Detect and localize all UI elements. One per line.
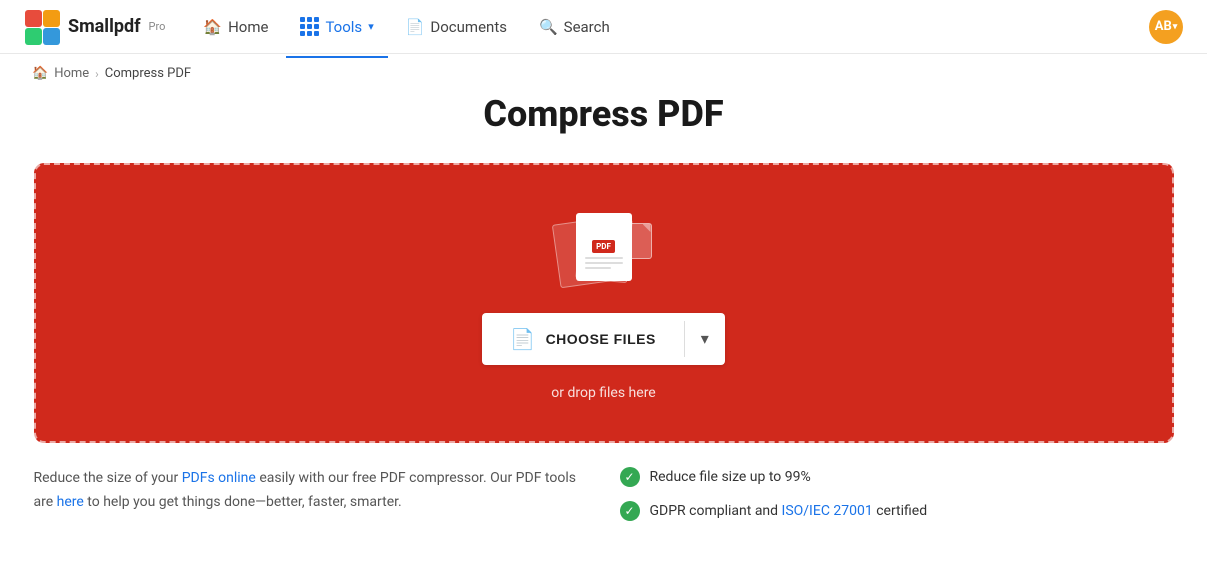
logo-text: Smallpdf	[68, 16, 141, 37]
choose-files-button-group: 📄 CHOOSE FILES ▾	[482, 313, 725, 365]
search-icon: 🔍	[539, 18, 558, 36]
drop-zone[interactable]: PDF 📄 CHOOSE FILES ▾ or dr	[34, 163, 1174, 443]
pdf-line-2	[585, 262, 623, 264]
navbar: Smallpdf Pro 🏠 Home Tools ▾ 📄 Documents …	[0, 0, 1207, 54]
pdf-line-3	[585, 267, 612, 269]
nav-home[interactable]: 🏠 Home	[189, 12, 282, 42]
pdf-illustration: PDF	[556, 213, 652, 293]
page-title: Compress PDF	[32, 93, 1175, 135]
nav-search[interactable]: 🔍 Search	[525, 12, 624, 42]
logo[interactable]: Smallpdf Pro	[24, 9, 165, 45]
breadcrumb-home-link[interactable]: Home	[54, 66, 89, 81]
documents-icon: 📄	[406, 18, 425, 36]
chevron-down-icon: ▾	[701, 329, 709, 349]
grid-icon	[300, 17, 319, 36]
breadcrumb-separator: ›	[95, 67, 99, 81]
feature-label-1: Reduce file size up to 99%	[650, 469, 811, 485]
choose-files-button[interactable]: 📄 CHOOSE FILES	[482, 313, 684, 365]
pdf-small-fold	[643, 224, 651, 232]
pdfs-online-link[interactable]: PDFs online	[182, 470, 256, 486]
breadcrumb-home-icon: 🏠	[32, 66, 48, 81]
logo-pro: Pro	[149, 20, 166, 33]
home-icon: 🏠	[203, 18, 222, 36]
pdf-small-page	[624, 223, 652, 259]
breadcrumb-current: Compress PDF	[105, 66, 191, 81]
here-link[interactable]: here	[57, 494, 84, 510]
iso-link[interactable]: ISO/IEC 27001	[782, 503, 873, 519]
drop-text: or drop files here	[551, 385, 655, 401]
tools-dropdown-arrow: ▾	[368, 20, 374, 33]
feature-label-2: GDPR compliant and ISO/IEC 27001 certifi…	[650, 503, 928, 519]
bottom-section: Reduce the size of your PDFs online easi…	[34, 443, 1174, 521]
check-icon-2: ✓	[620, 501, 640, 521]
nav-tools[interactable]: Tools ▾	[286, 11, 387, 42]
bottom-description: Reduce the size of your PDFs online easi…	[34, 467, 588, 521]
feature-item-1: ✓ Reduce file size up to 99%	[620, 467, 1174, 487]
feature-item-2: ✓ GDPR compliant and ISO/IEC 27001 certi…	[620, 501, 1174, 521]
nav-items: 🏠 Home Tools ▾ 📄 Documents 🔍 Search	[189, 11, 1141, 42]
pdf-line-1	[585, 257, 623, 259]
breadcrumb: 🏠 Home › Compress PDF	[0, 54, 1207, 93]
smallpdf-logo-icon	[24, 9, 60, 45]
main-content: Compress PDF PDF 📄	[0, 93, 1207, 553]
avatar[interactable]: AB ▾	[1149, 10, 1183, 44]
check-icon-1: ✓	[620, 467, 640, 487]
choose-files-dropdown-button[interactable]: ▾	[685, 313, 725, 365]
avatar-dropdown-arrow: ▾	[1173, 22, 1178, 32]
pdf-badge: PDF	[592, 240, 615, 253]
bottom-features: ✓ Reduce file size up to 99% ✓ GDPR comp…	[620, 467, 1174, 521]
pdf-lines	[585, 257, 623, 272]
file-icon: 📄	[510, 327, 535, 352]
nav-documents[interactable]: 📄 Documents	[392, 12, 521, 42]
